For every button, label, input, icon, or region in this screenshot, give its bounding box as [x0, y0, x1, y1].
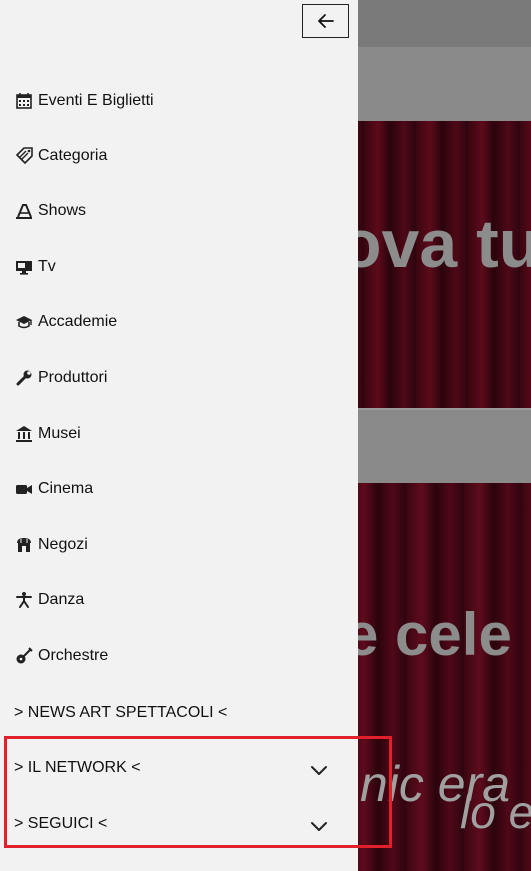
menu-item-categoria[interactable]: Categoria — [14, 141, 107, 171]
menu-item-label: Cinema — [38, 480, 94, 497]
menu-item-label: Orchestre — [38, 647, 109, 664]
store-icon — [14, 535, 34, 555]
background-subheadline: e cele — [345, 601, 512, 668]
menu-item-tv[interactable]: Tv — [14, 252, 56, 282]
menu-item-label: Produttori — [38, 369, 108, 386]
menu-item-shows[interactable]: Shows — [14, 196, 86, 226]
background-headline: ova tu — [340, 206, 531, 282]
tv-icon — [14, 257, 34, 277]
chevron-down-icon[interactable] — [309, 760, 329, 780]
menu-item-orchestre[interactable]: Orchestre — [14, 641, 108, 671]
calendar-icon — [14, 91, 34, 111]
menu-item-musei[interactable]: Musei — [14, 419, 81, 449]
menu-item-label: Negozi — [38, 536, 88, 553]
wrench-icon — [14, 368, 34, 388]
close-drawer-button[interactable] — [302, 4, 349, 38]
graduation-cap-icon — [14, 312, 34, 332]
video-camera-icon — [14, 479, 34, 499]
menu-item-cinema[interactable]: Cinema — [14, 474, 93, 504]
menu-item-label: Eventi E Biglietti — [38, 92, 154, 109]
menu-item-eventi[interactable]: Eventi E Biglietti — [14, 86, 154, 116]
menu-item-label: Danza — [38, 591, 85, 608]
tag-icon — [14, 146, 34, 166]
il-network-label: > IL NETWORK < — [14, 759, 141, 776]
menu-item-danza[interactable]: Danza — [14, 585, 84, 615]
dancer-icon — [14, 590, 34, 610]
menu-item-produttori[interactable]: Produttori — [14, 363, 107, 393]
arrow-left-icon — [317, 14, 334, 28]
seguici-section[interactable]: > SEGUICI < — [0, 810, 358, 840]
menu-item-label: Tv — [38, 258, 56, 275]
seguici-label: > SEGUICI < — [14, 815, 108, 832]
menu-item-label: Categoria — [38, 147, 108, 164]
menu-item-label: Shows — [38, 202, 87, 219]
side-drawer: Eventi E Biglietti Categoria Shows Tv Ac… — [0, 0, 358, 871]
il-network-section[interactable]: > IL NETWORK < — [0, 754, 358, 784]
menu-item-label: Musei — [38, 425, 81, 442]
guitar-icon — [14, 646, 34, 666]
menu-item-accademie[interactable]: Accademie — [14, 307, 117, 337]
menu-item-negozi[interactable]: Negozi — [14, 530, 88, 560]
chevron-down-icon[interactable] — [309, 816, 329, 836]
menu-item-label: Accademie — [38, 313, 118, 330]
background-italic-text-2: lo e — [460, 786, 531, 838]
theater-icon — [14, 201, 34, 221]
museum-icon — [14, 424, 34, 444]
news-art-spettacoli-link[interactable]: > NEWS ART SPETTACOLI < — [14, 704, 227, 722]
